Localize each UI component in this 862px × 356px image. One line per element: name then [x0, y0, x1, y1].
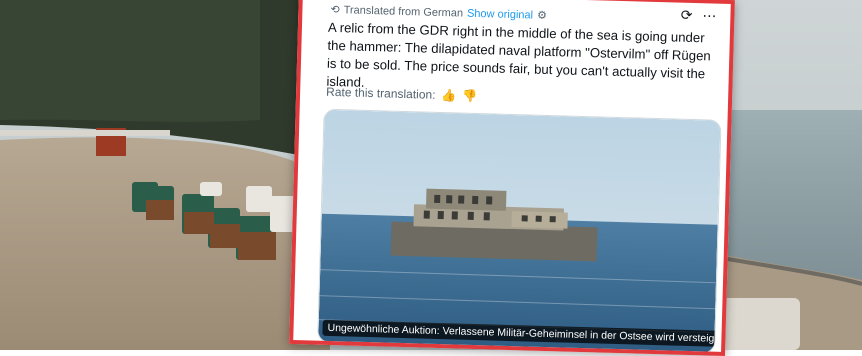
- thumbs-down-icon[interactable]: 👎: [462, 89, 477, 103]
- translate-icon: ⟲: [330, 3, 340, 17]
- settings-icon[interactable]: ⚙: [537, 9, 547, 22]
- grok-icon[interactable]: ⟳: [680, 7, 693, 24]
- tweet-post: ⟲ Translated from German Show original ⚙…: [289, 0, 735, 356]
- screenshot-card: ⟲ Translated from German Show original ⚙…: [0, 0, 862, 356]
- post-actions: ⟳ ⋯: [680, 7, 717, 25]
- show-original-link[interactable]: Show original: [467, 7, 533, 21]
- more-icon[interactable]: ⋯: [702, 7, 716, 24]
- naval-platform-photo: [318, 109, 721, 353]
- translated-from-label: Translated from German: [343, 3, 464, 20]
- post-image[interactable]: Ungewöhnliche Auktion: Verlassene Militä…: [317, 108, 722, 354]
- rate-translation: Rate this translation: 👍 👎: [326, 85, 478, 103]
- rate-label: Rate this translation:: [325, 84, 436, 102]
- thumbs-up-icon[interactable]: 👍: [441, 88, 456, 102]
